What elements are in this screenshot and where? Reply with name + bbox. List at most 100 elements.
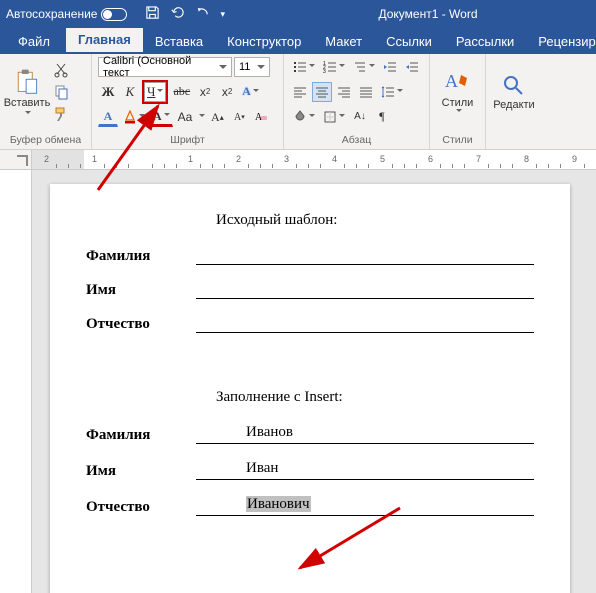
subscript-button[interactable]: x2 xyxy=(195,82,215,102)
ruler-number: 2 xyxy=(236,154,241,164)
borders-button[interactable] xyxy=(320,107,348,127)
change-case-button[interactable]: Aa xyxy=(175,107,196,127)
ruler-horizontal[interactable]: 2112345678910 xyxy=(0,150,596,170)
document-title: Документ1 - Word xyxy=(378,7,477,21)
field-patronymic-value[interactable]: Иванович xyxy=(196,496,534,516)
strikethrough-button[interactable]: abc xyxy=(170,82,193,102)
autosave-group: Автосохранение xyxy=(6,7,127,21)
ruler-corner[interactable] xyxy=(0,150,32,169)
group-editing: Редакти xyxy=(486,54,542,149)
ruler-number: 5 xyxy=(380,154,385,164)
field-surname-empty[interactable] xyxy=(196,247,534,265)
page[interactable]: Исходный шаблон: Фамилия Имя Отчество За… xyxy=(50,184,570,593)
text-highlight-color-button[interactable]: A xyxy=(98,107,118,127)
redo-icon[interactable] xyxy=(195,5,210,23)
shrink-font-button[interactable]: A▾ xyxy=(229,107,249,127)
styles-group-label: Стили xyxy=(436,134,479,147)
tab-home[interactable]: Главная xyxy=(66,28,143,54)
underline-highlight: Ч xyxy=(142,80,168,104)
group-font: Calibri (Основной текст 11 Ж К Ч abc x2 … xyxy=(92,54,284,149)
show-marks-button[interactable]: ¶ xyxy=(372,107,392,127)
align-center-button[interactable] xyxy=(312,82,332,102)
tab-references[interactable]: Ссылки xyxy=(374,30,444,54)
decrease-indent-button[interactable] xyxy=(380,57,400,77)
grow-font-button[interactable]: A▴ xyxy=(207,107,227,127)
label-patronymic: Отчество xyxy=(86,316,196,333)
underline-button[interactable]: Ч xyxy=(144,82,166,102)
clear-formatting-button[interactable]: A xyxy=(251,107,271,127)
numbering-button[interactable]: 123 xyxy=(320,57,348,77)
group-clipboard: Вставить Буфер обмена xyxy=(0,54,92,149)
ruler-number: 7 xyxy=(476,154,481,164)
cut-icon[interactable] xyxy=(52,61,70,79)
field-name-empty[interactable] xyxy=(196,281,534,299)
label-patronymic2: Отчество xyxy=(86,499,196,516)
ruler-number: 9 xyxy=(572,154,577,164)
shading-button[interactable] xyxy=(290,107,318,127)
ruler-vertical[interactable] xyxy=(0,170,32,593)
field-surname-value[interactable]: Иванов xyxy=(196,424,534,444)
tab-review[interactable]: Рецензиро xyxy=(526,30,596,54)
italic-button[interactable]: К xyxy=(120,82,140,102)
font-color-button[interactable] xyxy=(120,107,148,127)
styles-button[interactable]: A Стили xyxy=(436,56,479,128)
ribbon: Вставить Буфер обмена Calibri (Основной … xyxy=(0,54,596,150)
bold-button[interactable]: Ж xyxy=(98,82,118,102)
label-name: Имя xyxy=(86,282,196,299)
tab-insert[interactable]: Вставка xyxy=(143,30,215,54)
paste-button[interactable]: Вставить xyxy=(6,56,48,128)
field-name-value[interactable]: Иван xyxy=(196,460,534,480)
autosave-label: Автосохранение xyxy=(6,7,97,21)
clipboard-group-label: Буфер обмена xyxy=(6,134,85,147)
document-area: Исходный шаблон: Фамилия Имя Отчество За… xyxy=(0,170,596,593)
svg-text:A: A xyxy=(445,71,458,91)
font-color2-button[interactable]: A xyxy=(150,107,173,127)
text-effects-button[interactable]: A xyxy=(239,82,262,102)
align-right-button[interactable] xyxy=(334,82,354,102)
line-spacing-button[interactable] xyxy=(378,82,406,102)
label-name2: Имя xyxy=(86,463,196,480)
selected-text: Иванович xyxy=(246,496,311,512)
copy-icon[interactable] xyxy=(52,83,70,101)
save-icon[interactable] xyxy=(145,5,160,23)
ruler-number: 6 xyxy=(428,154,433,164)
styles-label: Стили xyxy=(442,97,474,109)
increase-indent-button[interactable] xyxy=(402,57,422,77)
ruler-number: 3 xyxy=(284,154,289,164)
editing-button[interactable]: Редакти xyxy=(492,56,536,128)
tab-design[interactable]: Конструктор xyxy=(215,30,313,54)
ruler-number: 4 xyxy=(332,154,337,164)
paste-label: Вставить xyxy=(4,97,51,109)
ruler-number: 1 xyxy=(92,154,97,164)
align-left-button[interactable] xyxy=(290,82,310,102)
quick-access-toolbar: ▾ xyxy=(145,5,225,23)
group-styles: A Стили Стили xyxy=(430,54,486,149)
bullets-button[interactable] xyxy=(290,57,318,77)
tab-layout[interactable]: Макет xyxy=(313,30,374,54)
tab-file[interactable]: Файл xyxy=(6,30,62,54)
section2-title: Заполнение с Insert: xyxy=(216,389,534,406)
ruler-number: 1 xyxy=(188,154,193,164)
qat-more-icon[interactable]: ▾ xyxy=(220,9,225,20)
superscript-button[interactable]: x2 xyxy=(217,82,237,102)
paragraph-group-label: Абзац xyxy=(290,134,423,147)
font-name-select[interactable]: Calibri (Основной текст xyxy=(98,57,232,77)
font-size-select[interactable]: 11 xyxy=(234,57,270,77)
font-group-label: Шрифт xyxy=(98,134,277,147)
section1-title: Исходный шаблон: xyxy=(216,212,534,229)
svg-text:3: 3 xyxy=(323,69,326,74)
label-surname2: Фамилия xyxy=(86,427,196,444)
tab-mailings[interactable]: Рассылки xyxy=(444,30,526,54)
field-patronymic-empty[interactable] xyxy=(196,315,534,333)
justify-button[interactable] xyxy=(356,82,376,102)
ruler-number: 8 xyxy=(524,154,529,164)
sort-button[interactable]: A↓ xyxy=(350,107,370,127)
format-painter-icon[interactable] xyxy=(52,105,70,123)
undo-icon[interactable] xyxy=(170,5,185,23)
titlebar: Автосохранение ▾ Документ1 - Word xyxy=(0,0,596,28)
autosave-toggle[interactable] xyxy=(101,8,127,21)
multilevel-list-button[interactable] xyxy=(350,57,378,77)
label-surname: Фамилия xyxy=(86,248,196,265)
editing-label: Редакти xyxy=(493,99,534,111)
group-paragraph: 123 A↓ ¶ Абзац xyxy=(284,54,430,149)
